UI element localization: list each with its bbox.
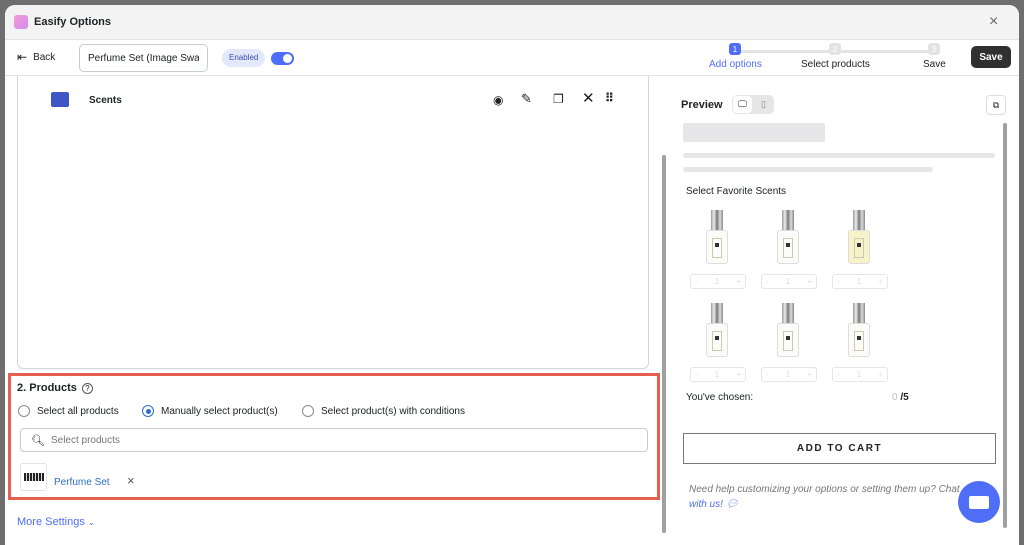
skeleton-line	[683, 153, 995, 158]
decrement-button[interactable]: -	[766, 370, 769, 379]
save-button[interactable]: Save	[971, 46, 1011, 68]
chat-widget-button[interactable]	[958, 481, 1000, 523]
step-3-label: Save	[923, 59, 946, 70]
radio-select-all[interactable]: Select all products	[18, 405, 119, 417]
preview-title: Preview	[681, 99, 723, 111]
left-scrollbar[interactable]	[662, 155, 666, 533]
quantity-stepper[interactable]: - 1 +	[761, 367, 817, 382]
close-window-button[interactable]: ×	[989, 13, 998, 31]
image-swatch-icon	[51, 92, 69, 107]
duplicate-icon[interactable]: ❐	[553, 92, 564, 106]
decrement-button[interactable]: -	[695, 277, 698, 286]
scent-swatch-image[interactable]	[776, 303, 800, 359]
chevron-down-icon: ⌄	[87, 518, 95, 527]
radio-button[interactable]	[302, 405, 314, 417]
decrement-button[interactable]: -	[695, 370, 698, 379]
chat-bubble-icon: 💬︎	[725, 499, 739, 510]
device-toggle: 🖵︎ ▯	[732, 95, 774, 114]
search-input[interactable]	[50, 434, 611, 446]
quantity-value: 1	[785, 277, 791, 286]
selected-product-link[interactable]: Perfume Set	[54, 477, 110, 488]
quantity-value: 1	[714, 370, 720, 379]
skeleton-title	[683, 123, 825, 142]
skeleton-line	[683, 167, 933, 172]
scent-swatch-image[interactable]	[705, 210, 729, 266]
chosen-label: You've chosen:	[686, 392, 754, 403]
title-bar: Easify Options ×	[5, 5, 1019, 40]
option-label: Scents	[89, 95, 122, 106]
increment-button[interactable]: +	[807, 370, 812, 379]
radio-button[interactable]	[142, 405, 154, 417]
step-1-label: Add options	[709, 59, 762, 70]
more-settings-link[interactable]: More Settings ⌄	[17, 516, 95, 528]
radio-button[interactable]	[18, 405, 30, 417]
step-2-label: Select products	[801, 59, 870, 70]
radio-conditions[interactable]: Select product(s) with conditions	[302, 405, 465, 417]
expand-preview-button[interactable]: ⧉	[986, 95, 1006, 115]
preview-scrollbar[interactable]	[1003, 123, 1007, 528]
radio-manual-select[interactable]: Manually select product(s)	[142, 405, 278, 417]
toggle-knob	[283, 54, 292, 63]
decrement-button[interactable]: -	[837, 277, 840, 286]
delete-icon[interactable]: ✕	[582, 89, 595, 107]
scent-swatch-image[interactable]	[847, 303, 871, 359]
quantity-stepper[interactable]: - 1 +	[761, 274, 817, 289]
option-title: Select Favorite Scents	[686, 186, 787, 197]
step-1[interactable]: 1	[729, 43, 741, 55]
window-title: Easify Options	[34, 16, 112, 28]
products-title: 2. Products ?	[17, 382, 93, 394]
quantity-stepper[interactable]: - 1 +	[690, 367, 746, 382]
app-logo-icon	[14, 15, 28, 29]
option-editor-panel	[17, 76, 649, 369]
quantity-value: 1	[856, 277, 862, 286]
mobile-view-button[interactable]: ▯	[756, 96, 771, 113]
quantity-stepper[interactable]: - 1 +	[832, 274, 888, 289]
edit-icon[interactable]: ✎	[521, 91, 532, 107]
option-set-name-input[interactable]	[79, 44, 208, 72]
quantity-stepper[interactable]: - 1 +	[690, 274, 746, 289]
scent-swatch-image[interactable]	[776, 210, 800, 266]
quantity-value: 1	[785, 370, 791, 379]
toolbar: ⇤ Back Enabled 1 Add options 2 Select pr…	[5, 40, 1019, 76]
product-search[interactable]: 🔍︎	[20, 428, 648, 452]
scent-swatch-image[interactable]	[847, 210, 871, 266]
quantity-value: 1	[856, 370, 862, 379]
status-badge: Enabled	[222, 49, 266, 67]
eye-icon[interactable]: ◉	[493, 93, 503, 107]
drag-handle-icon[interactable]: ⠿	[605, 91, 614, 105]
app-window: Easify Options × ⇤ Back Enabled 1 Add op…	[5, 5, 1019, 545]
help-icon[interactable]: ?	[81, 382, 93, 394]
increment-button[interactable]: +	[878, 277, 883, 286]
increment-button[interactable]: +	[736, 277, 741, 286]
decrement-button[interactable]: -	[837, 370, 840, 379]
help-text: Need help customizing your options or se…	[689, 484, 960, 510]
quantity-value: 1	[714, 277, 720, 286]
add-to-cart-button[interactable]: ADD TO CART	[683, 433, 996, 464]
back-button[interactable]: ⇤ Back	[17, 50, 55, 64]
increment-button[interactable]: +	[878, 370, 883, 379]
increment-button[interactable]: +	[807, 277, 812, 286]
quantity-stepper[interactable]: - 1 +	[832, 367, 888, 382]
step-2[interactable]: 2	[829, 43, 841, 55]
desktop-view-button[interactable]: 🖵︎	[733, 96, 752, 113]
chosen-count: 0 /5	[892, 392, 909, 403]
chat-icon	[969, 495, 989, 509]
enabled-toggle[interactable]	[271, 52, 294, 65]
product-thumbnail	[20, 463, 47, 491]
scent-swatch-image[interactable]	[705, 303, 729, 359]
increment-button[interactable]: +	[736, 370, 741, 379]
decrement-button[interactable]: -	[766, 277, 769, 286]
remove-product-button[interactable]: ×	[127, 473, 135, 488]
search-icon: 🔍︎	[31, 434, 45, 447]
chat-link[interactable]: with us!	[689, 499, 723, 510]
step-3[interactable]: 3	[928, 43, 940, 55]
back-icon: ⇤	[17, 50, 28, 64]
